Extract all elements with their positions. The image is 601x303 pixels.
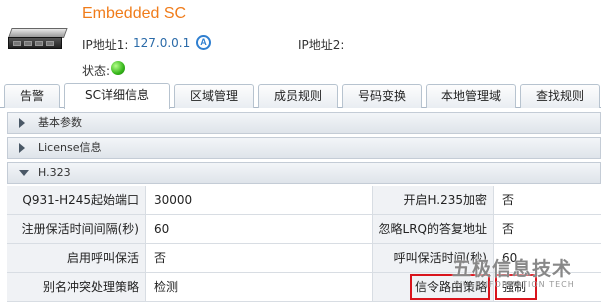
param-value: 60 bbox=[154, 222, 170, 236]
table-row: Q931-H245起始端口 30000 开启H.235加密 否 bbox=[7, 186, 601, 215]
ip-active-badge-icon: A bbox=[196, 35, 211, 50]
param-label: 别名冲突处理策略 bbox=[7, 273, 145, 301]
ip1-label: IP地址1: bbox=[82, 38, 129, 52]
tab-zone-management[interactable]: 区域管理 bbox=[174, 84, 254, 108]
tab-number-transform[interactable]: 号码变换 bbox=[342, 84, 422, 108]
param-value: 否 bbox=[502, 193, 515, 207]
param-value: 否 bbox=[502, 222, 515, 236]
param-value: 30000 bbox=[154, 193, 193, 207]
section-label: 基本参数 bbox=[38, 116, 82, 129]
param-label: 忽略LRQ的答复地址 bbox=[373, 215, 493, 243]
tab-bar: 告警 SC详细信息 区域管理 成员规则 号码变换 本地管理域 查找规则 bbox=[0, 82, 601, 109]
param-value: 否 bbox=[154, 251, 167, 265]
sc-header: Embedded SC IP地址1: 127.0.0.1 A IP地址2: 状态… bbox=[0, 0, 601, 82]
ip1-value: 127.0.0.1 bbox=[133, 36, 191, 50]
expand-arrow-icon bbox=[19, 118, 25, 128]
section-label: H.323 bbox=[38, 166, 71, 179]
status-label: 状态: bbox=[82, 64, 111, 78]
param-label: Q931-H245起始端口 bbox=[7, 186, 145, 214]
tab-sc-details[interactable]: SC详细信息 bbox=[64, 83, 170, 109]
watermark-text: 五极信息技术 bbox=[452, 258, 573, 280]
device-title: Embedded SC bbox=[82, 5, 187, 22]
param-label: 启用呼叫保活 bbox=[7, 244, 145, 272]
param-label: 开启H.235加密 bbox=[373, 186, 493, 214]
section-basic-params[interactable]: 基本参数 bbox=[7, 112, 601, 134]
tab-lookup-rules[interactable]: 查找规则 bbox=[520, 84, 600, 108]
param-value: 检测 bbox=[154, 280, 179, 294]
tab-alarm[interactable]: 告警 bbox=[4, 84, 60, 108]
tab-local-domain[interactable]: 本地管理域 bbox=[426, 84, 516, 108]
watermark-logo: 五极信息技术 WULIINFORMATION TECH bbox=[430, 248, 601, 303]
ip2-label: IP地址2: bbox=[298, 38, 345, 52]
section-license-info[interactable]: License信息 bbox=[7, 137, 601, 159]
status-online-icon bbox=[111, 61, 125, 75]
param-label: 注册保活时间间隔(秒) bbox=[7, 215, 145, 243]
section-h323[interactable]: H.323 bbox=[7, 162, 601, 184]
server-icon bbox=[8, 28, 68, 50]
watermark-subtext: WULIINFORMATION TECH bbox=[454, 280, 575, 289]
tab-member-rules[interactable]: 成员规则 bbox=[258, 84, 338, 108]
section-label: License信息 bbox=[38, 141, 102, 154]
collapse-arrow-icon bbox=[19, 170, 29, 176]
table-row: 注册保活时间间隔(秒) 60 忽略LRQ的答复地址 否 bbox=[7, 215, 601, 244]
expand-arrow-icon bbox=[19, 143, 25, 153]
